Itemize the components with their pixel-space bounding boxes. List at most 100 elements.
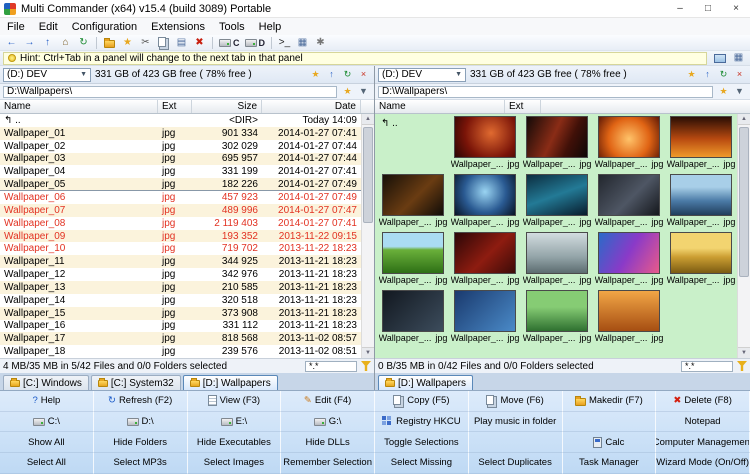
thumbnail-item[interactable]: Wallpaper_...jpg	[665, 174, 737, 232]
file-row[interactable]: Wallpaper_12jpg342 9762013-11-21 18:23	[0, 268, 361, 281]
makedir-f7-button[interactable]: Makedir (F7)	[563, 391, 657, 412]
path-field[interactable]: D:\Wallpapers\	[3, 86, 337, 98]
move-f6-button[interactable]: Move (F6)	[469, 391, 563, 412]
thumbnail-item[interactable]: Wallpaper_...jpg	[665, 116, 737, 174]
copy-button[interactable]	[155, 36, 172, 50]
path-favorite-button[interactable]: ★	[340, 85, 355, 99]
show-all-button[interactable]: Show All	[0, 432, 94, 453]
file-row[interactable]: Wallpaper_08jpg2 119 4032014-01-27 07:41	[0, 217, 361, 230]
path-history-button[interactable]: ▼	[356, 85, 371, 99]
path-history-button[interactable]: ▼	[732, 85, 747, 99]
thumbnail-item[interactable]: Wallpaper_...jpg	[449, 116, 521, 174]
close-tab-button[interactable]: ×	[356, 68, 371, 82]
task-manager-button[interactable]: Task Manager	[563, 453, 657, 474]
goto-g-button[interactable]: G:\	[281, 412, 375, 433]
scroll-down-icon[interactable]: ▼	[362, 347, 374, 358]
tab-d-wallpapers[interactable]: [D:] Wallpapers	[378, 375, 473, 390]
menu-file[interactable]: File	[0, 21, 32, 33]
column-header-ext[interactable]: Ext	[158, 100, 192, 113]
scroll-up-icon[interactable]: ▲	[738, 114, 750, 125]
file-row[interactable]: Wallpaper_09jpg193 3522013-11-22 09:15	[0, 230, 361, 243]
toggle-selections-button[interactable]: Toggle Selections	[375, 432, 469, 453]
paste-button[interactable]: ▤	[173, 36, 190, 50]
file-row[interactable]: Wallpaper_03jpg695 9572014-01-27 07:44	[0, 153, 361, 166]
path-field[interactable]: D:\Wallpapers\	[378, 86, 713, 98]
file-row[interactable]: Wallpaper_15jpg373 9082013-11-21 18:23	[0, 307, 361, 320]
drive-d-button[interactable]: D	[243, 36, 268, 50]
thumbnail-item[interactable]: Wallpaper_...jpg	[377, 232, 449, 290]
root-folder-button[interactable]: ⌂	[57, 36, 74, 50]
file-row[interactable]: Wallpaper_04jpg331 1992014-01-27 07:41	[0, 165, 361, 178]
file-row[interactable]: Wallpaper_02jpg302 0292014-01-27 07:44	[0, 140, 361, 153]
scroll-up-icon[interactable]: ▲	[362, 114, 374, 125]
close-button[interactable]: ×	[722, 0, 750, 17]
thumbnail-item[interactable]: Wallpaper_...jpg	[593, 174, 665, 232]
goto-c-button[interactable]: C:\	[0, 412, 94, 433]
refresh-f2-button[interactable]: ↻Refresh (F2)	[94, 391, 188, 412]
drive-selector[interactable]: (D:) DEV ▼	[378, 68, 466, 82]
back-button[interactable]: ←	[3, 36, 20, 50]
parent-dir-item[interactable]: ↰ ..	[377, 116, 449, 174]
help-button[interactable]: ?Help	[0, 391, 94, 412]
file-row[interactable]: Wallpaper_06jpg457 9232014-01-27 07:49	[0, 191, 361, 204]
view-mode-button[interactable]: ▦	[294, 36, 311, 50]
thumbnail-item[interactable]: Wallpaper_...jpg	[521, 116, 593, 174]
thumbnail-item[interactable]: Wallpaper_...jpg	[521, 174, 593, 232]
cut-button[interactable]: ✂	[137, 36, 154, 50]
folder-up-button[interactable]: ↑	[700, 68, 715, 82]
select-mp3s-button[interactable]: Select MP3s	[94, 453, 188, 474]
thumbnail-item[interactable]: Wallpaper_...jpg	[449, 290, 521, 348]
column-header-name[interactable]: Name	[375, 100, 505, 113]
column-header-name[interactable]: Name	[0, 100, 158, 113]
filter-funnel-icon[interactable]	[361, 361, 371, 371]
column-header-date[interactable]: Date	[262, 100, 361, 113]
select-missing-button[interactable]: Select Missing	[375, 453, 469, 474]
command-line-button[interactable]: >_	[276, 36, 293, 50]
tab-c-system32[interactable]: [C:] System32	[91, 375, 181, 390]
goto-e-button[interactable]: E:\	[188, 412, 282, 433]
column-header-size[interactable]: Size	[192, 100, 262, 113]
display-mode-button[interactable]	[711, 51, 728, 65]
tab-c-windows[interactable]: [C:] Windows	[3, 375, 89, 390]
file-row[interactable]: Wallpaper_05jpg182 2262014-01-27 07:49	[0, 178, 361, 191]
menu-edit[interactable]: Edit	[32, 21, 65, 33]
column-header-ext[interactable]: Ext	[505, 100, 541, 113]
refresh-button[interactable]: ↻	[340, 68, 355, 82]
thumbnail-item[interactable]: Wallpaper_...jpg	[521, 290, 593, 348]
thumbnail-item[interactable]: Wallpaper_...jpg	[449, 174, 521, 232]
menu-tools[interactable]: Tools	[212, 21, 252, 33]
thumbnail-item[interactable]: Wallpaper_...jpg	[521, 232, 593, 290]
hide-dlls-button[interactable]: Hide DLLs	[281, 432, 375, 453]
file-row[interactable]: Wallpaper_17jpg818 5682013-11-02 08:57	[0, 332, 361, 345]
parent-folder-button[interactable]: ↑	[39, 36, 56, 50]
tab-d-wallpapers[interactable]: [D:] Wallpapers	[183, 375, 278, 390]
forward-button[interactable]: →	[21, 36, 38, 50]
thumbnail-item[interactable]: Wallpaper_...jpg	[377, 290, 449, 348]
favorites-button[interactable]: ★	[308, 68, 323, 82]
wizard-mode-button[interactable]: Wizard Mode (On/Off)	[656, 453, 750, 474]
file-row[interactable]: ↰ ..<DIR>Today 14:09	[0, 114, 361, 127]
thumbnail-item[interactable]: Wallpaper_...jpg	[377, 174, 449, 232]
delete-f8-button[interactable]: ✖Delete (F8)	[656, 391, 750, 412]
delete-button[interactable]: ✖	[191, 36, 208, 50]
path-favorite-button[interactable]: ★	[716, 85, 731, 99]
file-row[interactable]: Wallpaper_01jpg901 3342014-01-27 07:41	[0, 127, 361, 140]
file-row[interactable]: Wallpaper_13jpg210 5852013-11-21 18:23	[0, 281, 361, 294]
settings-button[interactable]: ✱	[312, 36, 329, 50]
file-row[interactable]: Wallpaper_11jpg344 9252013-11-21 18:23	[0, 255, 361, 268]
remember-selection-button[interactable]: Remember Selection	[281, 453, 375, 474]
edit-f4-button[interactable]: ✎Edit (F4)	[281, 391, 375, 412]
file-row[interactable]: Wallpaper_18jpg239 5762013-11-02 08:51	[0, 345, 361, 358]
computer-management-button[interactable]: Computer Management	[656, 432, 750, 453]
scrollbar[interactable]: ▲ ▼	[737, 114, 750, 358]
scroll-down-icon[interactable]: ▼	[738, 347, 750, 358]
scroll-track[interactable]	[738, 125, 750, 347]
drive-c-button[interactable]: C	[217, 36, 242, 50]
view-f3-button[interactable]: View (F3)	[188, 391, 282, 412]
play-music-button[interactable]: Play music in folder	[469, 412, 563, 433]
scroll-track[interactable]	[362, 125, 374, 347]
favorites-button[interactable]: ★	[684, 68, 699, 82]
hide-executables-button[interactable]: Hide Executables	[188, 432, 282, 453]
notepad-button[interactable]: Notepad	[656, 412, 750, 433]
calc-button[interactable]: Calc	[563, 432, 657, 453]
